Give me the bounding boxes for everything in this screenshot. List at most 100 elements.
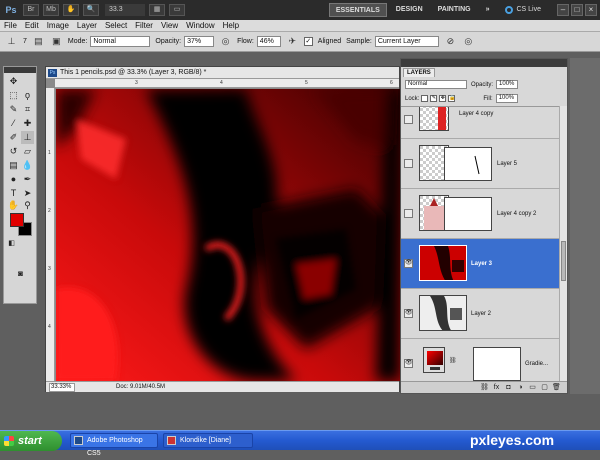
layer-name[interactable]: Layer 5: [497, 160, 517, 168]
zoom-status-field[interactable]: 33.33%: [49, 383, 75, 392]
layers-tab[interactable]: LAYERS: [403, 68, 435, 77]
aligned-checkbox[interactable]: ✓: [303, 37, 313, 46]
menu-window[interactable]: Window: [182, 20, 218, 32]
blur-tool-icon[interactable]: 💧: [21, 159, 34, 172]
brush-size-label[interactable]: 7: [23, 38, 27, 45]
lasso-tool-icon[interactable]: ϙ: [21, 89, 34, 102]
horizontal-ruler[interactable]: 3 4 5 6: [55, 79, 399, 88]
menu-file[interactable]: File: [0, 20, 21, 32]
menu-help[interactable]: Help: [219, 20, 243, 32]
gradient-tool-icon[interactable]: ▤: [7, 159, 20, 172]
layer-row-layer-5[interactable]: ⛓ Layer 5: [401, 139, 559, 189]
visibility-toggle[interactable]: [404, 209, 413, 218]
pressure-size-icon[interactable]: ◎: [462, 35, 475, 48]
layer-style-icon[interactable]: fx: [492, 383, 501, 392]
visibility-toggle[interactable]: 👁: [404, 259, 413, 268]
zoom-tool-icon[interactable]: 🔍: [83, 4, 99, 16]
brush-panel-icon[interactable]: ▤: [32, 35, 45, 48]
workspace-design-button[interactable]: DESIGN: [390, 3, 429, 17]
visibility-toggle[interactable]: [404, 159, 413, 168]
eraser-tool-icon[interactable]: ▱: [21, 145, 34, 158]
layer-list-scrollbar[interactable]: [559, 106, 567, 381]
bridge-icon[interactable]: Br: [23, 4, 39, 16]
clone-stamp-tool-icon[interactable]: ⊥: [5, 35, 18, 48]
close-icon[interactable]: ×: [585, 4, 597, 16]
menu-edit[interactable]: Edit: [21, 20, 43, 32]
tools-panel-header[interactable]: [4, 67, 36, 73]
menu-layer[interactable]: Layer: [73, 20, 101, 32]
opacity-field[interactable]: 37%: [184, 36, 215, 47]
document-canvas[interactable]: [56, 89, 400, 381]
screen-mode-icon[interactable]: ▭: [169, 4, 185, 16]
clone-stamp-tool-icon-active[interactable]: ⊥: [21, 131, 34, 144]
cs-live-button[interactable]: CS Live: [505, 3, 541, 17]
zoom-tool-icon[interactable]: ⚲: [21, 199, 34, 212]
taskbar-item-photoshop[interactable]: Adobe Photoshop CS5: [70, 433, 158, 457]
layer-row-gradient[interactable]: 👁 ⛓ Gradie...: [401, 339, 559, 381]
new-group-icon[interactable]: ▭: [528, 383, 537, 392]
eyedropper-tool-icon[interactable]: ⁄: [7, 117, 20, 130]
quick-select-tool-icon[interactable]: ✎: [7, 103, 20, 116]
history-brush-tool-icon[interactable]: ↺: [7, 145, 20, 158]
marquee-tool-icon[interactable]: ⬚: [7, 89, 20, 102]
menu-view[interactable]: View: [157, 20, 182, 32]
arrange-documents-icon[interactable]: ▦: [149, 4, 165, 16]
blend-mode-select[interactable]: Normal: [405, 80, 467, 89]
layer-row-layer-3[interactable]: 👁 Layer 3: [401, 239, 559, 289]
hand-tool-icon[interactable]: ✋: [63, 4, 79, 16]
move-tool-icon[interactable]: ✥: [7, 75, 20, 88]
lock-image-icon[interactable]: ✎: [430, 95, 438, 102]
workspace-painting-button[interactable]: PAINTING: [432, 3, 477, 17]
link-layers-icon[interactable]: ⛓: [480, 383, 489, 392]
layer-name[interactable]: Gradie...: [525, 360, 548, 368]
fill-field[interactable]: 100%: [495, 94, 518, 103]
healing-brush-tool-icon[interactable]: ✚: [21, 117, 34, 130]
layer-name[interactable]: Layer 3: [471, 260, 492, 268]
dodge-tool-icon[interactable]: ●: [7, 173, 20, 186]
visibility-toggle[interactable]: 👁: [404, 309, 413, 318]
start-button[interactable]: start: [0, 431, 62, 451]
menu-filter[interactable]: Filter: [131, 20, 157, 32]
lock-position-icon[interactable]: ✥: [439, 95, 447, 102]
menu-select[interactable]: Select: [101, 20, 131, 32]
scrollbar-thumb[interactable]: [561, 241, 566, 281]
layer-name[interactable]: Layer 2: [471, 310, 491, 318]
layer-opacity-field[interactable]: 100%: [496, 80, 519, 89]
delete-layer-icon[interactable]: 🗑: [552, 383, 561, 392]
menu-image[interactable]: Image: [43, 20, 73, 32]
vertical-ruler[interactable]: 1 2 3 4: [46, 88, 55, 381]
layer-name[interactable]: Layer 4 copy: [459, 110, 493, 118]
layer-row-layer-4-copy[interactable]: Layer 4 copy: [401, 107, 559, 139]
layer-mask[interactable]: [444, 197, 492, 231]
pressure-opacity-icon[interactable]: ◎: [219, 35, 232, 48]
adjustment-layer-icon[interactable]: ◑: [516, 383, 525, 392]
document-size-info[interactable]: Doc: 9.01M/40.5M: [116, 382, 165, 393]
sample-select[interactable]: Current Layer: [374, 36, 439, 47]
quick-mask-icon[interactable]: ◙: [14, 267, 27, 280]
lock-transparent-icon[interactable]: [421, 95, 429, 102]
layer-mask[interactable]: [444, 147, 492, 181]
layer-name[interactable]: Layer 4 copy 2: [497, 210, 536, 218]
layer-row-layer-4-copy-2[interactable]: ⛓ Layer 4 copy 2: [401, 189, 559, 239]
visibility-toggle[interactable]: 👁: [404, 359, 413, 368]
workspace-more-icon[interactable]: »: [480, 3, 496, 17]
minibridge-icon[interactable]: Mb: [43, 4, 59, 16]
new-layer-icon[interactable]: ▢: [540, 383, 549, 392]
crop-tool-icon[interactable]: ⌗: [21, 103, 34, 116]
taskbar-item-klondike[interactable]: Klondike [Diane]: [163, 433, 253, 448]
layer-row-layer-2[interactable]: 👁 Layer 2: [401, 289, 559, 339]
workspace-essentials-button[interactable]: ESSENTIALS: [328, 3, 387, 17]
visibility-toggle[interactable]: [404, 115, 413, 124]
flow-field[interactable]: 46%: [256, 36, 281, 47]
layer-mask[interactable]: [473, 347, 521, 381]
minimize-icon[interactable]: –: [557, 4, 569, 16]
foreground-color-swatch[interactable]: [10, 213, 24, 227]
default-colors-icon[interactable]: ◧: [5, 237, 18, 250]
pen-tool-icon[interactable]: ✒: [21, 173, 34, 186]
hand-tool-icon[interactable]: ✋: [7, 199, 20, 212]
maximize-icon[interactable]: □: [571, 4, 583, 16]
mode-select[interactable]: Normal: [90, 36, 151, 47]
document-tab[interactable]: Ps This 1 pencils.psd @ 33.3% (Layer 3, …: [46, 67, 399, 79]
brush-tool-icon[interactable]: ✐: [7, 131, 20, 144]
lock-all-icon[interactable]: 🔒: [448, 95, 456, 102]
